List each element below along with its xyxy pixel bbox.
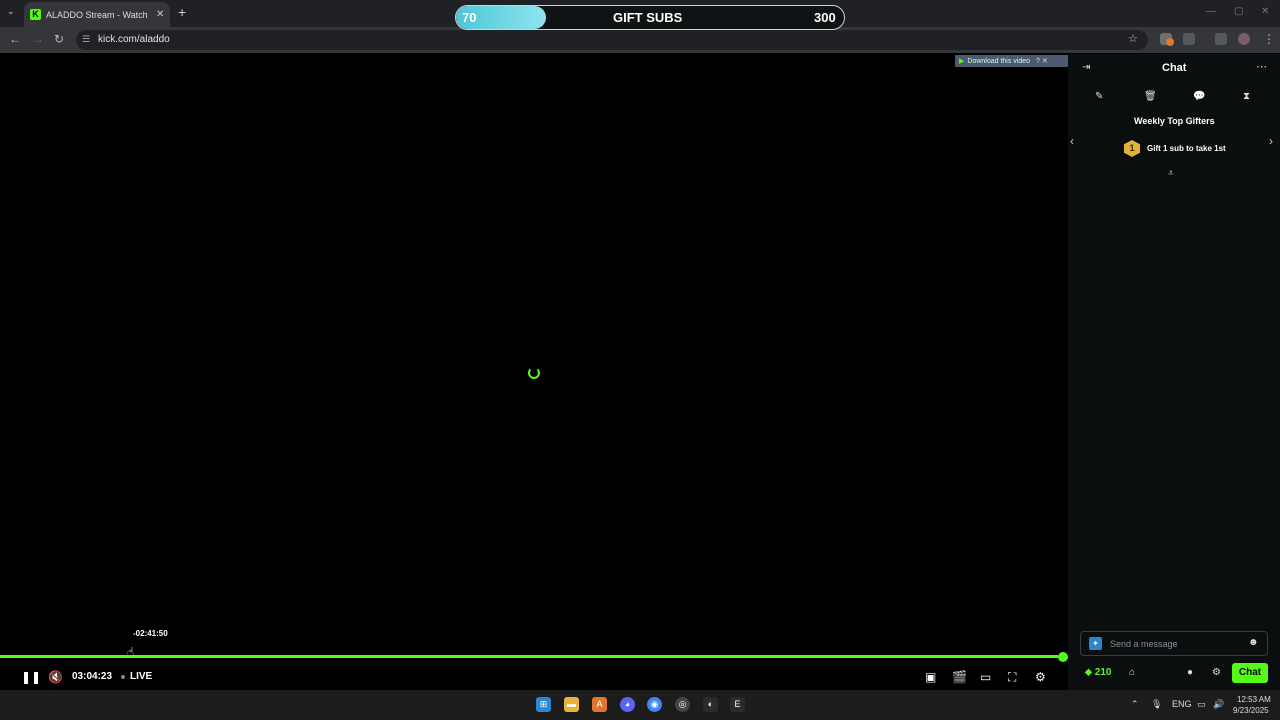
chat-title: Chat [1162, 62, 1187, 74]
mute-icon[interactable]: 🔇 [48, 670, 63, 684]
hourglass-icon[interactable]: ⧗ [1243, 91, 1250, 102]
reload-icon[interactable]: ↻ [54, 32, 64, 46]
profile-avatar[interactable] [1238, 33, 1250, 45]
epic-games-icon[interactable]: E [730, 697, 745, 712]
url-text[interactable]: kick.com/aladdo [98, 34, 170, 45]
minimize-icon[interactable]: — [1206, 6, 1216, 17]
download-video-label[interactable]: Download this video [967, 58, 1030, 65]
seek-tooltip: -02:41:50 [133, 629, 168, 638]
more-options-icon[interactable]: ⋯ [1256, 60, 1267, 73]
menu-icon[interactable]: ⋮ [1263, 32, 1275, 46]
chat-settings-bubble-icon[interactable]: ● [1187, 667, 1193, 678]
channel-points-value: 210 [1094, 667, 1112, 678]
forward-icon[interactable]: → [32, 32, 44, 46]
seek-bar[interactable] [0, 655, 1063, 658]
obs-icon[interactable]: ◎ [675, 697, 690, 712]
file-explorer-icon[interactable]: ▬ [564, 697, 579, 712]
pause-icon[interactable]: ❚❚ [21, 670, 41, 684]
collapse-chat-icon[interactable]: ⇥ [1082, 62, 1090, 73]
elapsed-time: 03:04:23 [72, 671, 113, 682]
play-icon: ▶ [959, 58, 965, 65]
pin-icon[interactable]: ✎ [1095, 91, 1103, 102]
clock-date[interactable]: 9/23/2025 [1233, 706, 1269, 715]
fullscreen-icon[interactable]: ⛶ [1008, 670, 1016, 685]
windows-taskbar [0, 690, 1280, 720]
download-video-banner[interactable]: ▶ Download this video ? ✕ [955, 55, 1068, 67]
download-banner-controls[interactable]: ? ✕ [1036, 57, 1048, 65]
browser-tab[interactable]: K ALADDO Stream - Watch Live o ✕ [24, 2, 170, 27]
seek-bar-fill [0, 655, 1058, 658]
chat-message-input[interactable] [1110, 636, 1246, 651]
clock-time[interactable]: 12:53 AM [1237, 695, 1271, 704]
gift-subs-title: GIFT SUBS [613, 10, 683, 25]
live-label[interactable]: LIVE [130, 671, 152, 682]
chat-send-button[interactable]: Chat [1232, 663, 1268, 683]
close-icon[interactable]: ✕ [156, 9, 164, 20]
weekly-top-gifters-title: Weekly Top Gifters [1134, 116, 1215, 126]
gift-sub-cta[interactable]: Gift 1 sub to take 1st [1147, 144, 1226, 153]
window-close-icon[interactable]: ✕ [1261, 6, 1269, 17]
emote-picker-icon[interactable]: ✦ [1089, 637, 1102, 650]
live-dot-icon [121, 675, 125, 679]
plus-icon[interactable]: + [178, 4, 186, 20]
puzzle-icon[interactable] [1183, 33, 1195, 45]
loading-spinner-icon [528, 367, 540, 379]
seek-bar-handle[interactable] [1058, 652, 1068, 662]
address-bar[interactable] [76, 30, 1148, 50]
gift-subs-goal: 300 [814, 10, 836, 25]
tray-chevron-icon[interactable]: ⌃ [1131, 699, 1139, 710]
extension-notification-icon [1166, 38, 1174, 46]
theater-mode-icon[interactable]: ▭ [980, 670, 991, 684]
language-indicator[interactable]: ENG [1172, 699, 1192, 709]
network-icon[interactable]: ▭ [1197, 699, 1206, 710]
gift-subs-current: 70 [462, 10, 477, 25]
chevron-left-icon[interactable]: ‹ [1070, 134, 1074, 148]
clip-icon[interactable]: 🎬 [952, 670, 967, 684]
trash-icon[interactable]: 🗑 [1144, 91, 1157, 102]
discord-icon[interactable]: ◕ [620, 697, 635, 712]
media-control-icon[interactable] [1215, 33, 1227, 45]
back-icon[interactable]: ← [9, 32, 21, 46]
kick-favicon-icon: K [30, 9, 41, 20]
maximize-icon[interactable]: ▢ [1234, 6, 1243, 17]
site-info-icon[interactable]: ☰ [82, 34, 90, 45]
chevron-right-icon[interactable]: › [1269, 134, 1273, 148]
emoji-icon[interactable]: ☻ [1248, 637, 1259, 648]
mini-player-icon[interactable]: ▣ [925, 670, 936, 684]
chrome-icon[interactable]: ◉ [647, 697, 662, 712]
app-a-icon[interactable]: A [592, 697, 607, 712]
tab-list-icon[interactable]: ⌄ [7, 6, 15, 17]
chat-bubble-icon[interactable]: 💬 [1193, 91, 1205, 102]
windows-start-icon[interactable]: ⊞ [536, 697, 551, 712]
channel-points[interactable]: ⬥ 210 [1085, 667, 1111, 678]
tab-title: ALADDO Stream - Watch Live o [46, 9, 150, 20]
steam-icon[interactable]: ◐ [703, 697, 718, 712]
chat-gear-icon[interactable]: ⚙ [1212, 667, 1221, 678]
store-icon[interactable]: ⌂ [1129, 667, 1135, 678]
microphone-icon[interactable]: 🎙 [1151, 699, 1162, 710]
expand-down-icon[interactable]: ⩡ [1168, 168, 1174, 179]
settings-icon[interactable]: ⚙ [1035, 670, 1046, 684]
volume-icon[interactable]: 🔊 [1213, 699, 1224, 710]
star-icon[interactable]: ☆ [1128, 32, 1138, 45]
